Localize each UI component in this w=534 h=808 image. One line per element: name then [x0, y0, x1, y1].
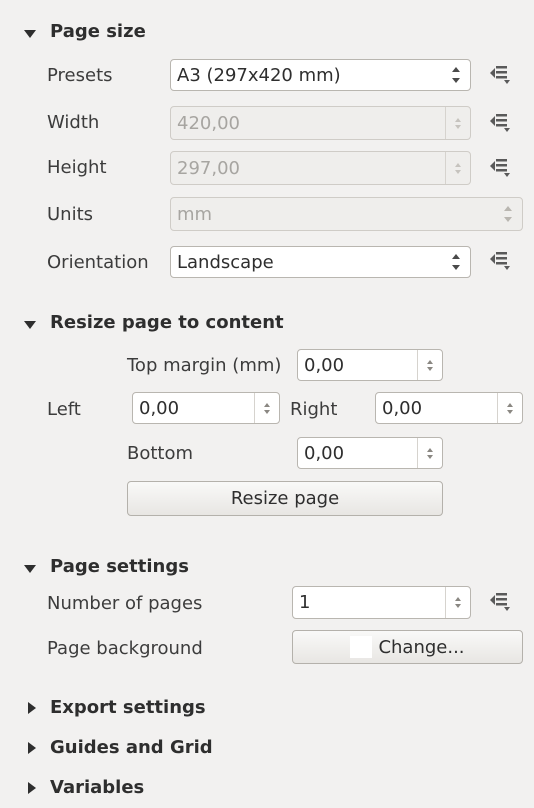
spin-arrows-icon — [417, 438, 442, 468]
height-value: 297,00 — [177, 157, 240, 179]
presets-value: A3 (297x420 mm) — [177, 64, 341, 86]
right-margin-value: 0,00 — [382, 397, 423, 419]
combo-arrows-icon — [452, 67, 460, 83]
bottom-margin-spinbox[interactable]: 0,00 — [297, 437, 443, 469]
section-title-page-size[interactable]: Page size — [50, 21, 146, 42]
section-title-variables[interactable]: Variables — [50, 777, 144, 798]
top-margin-spinbox[interactable]: 0,00 — [297, 349, 443, 381]
presets-combobox[interactable]: A3 (297x420 mm) — [170, 59, 471, 91]
collapse-arrow-icon[interactable] — [28, 782, 36, 794]
collapse-arrow-icon[interactable] — [28, 742, 36, 754]
presets-label: Presets — [47, 65, 113, 86]
bottom-margin-label: Bottom — [127, 443, 194, 464]
number-of-pages-spinbox[interactable]: 1 — [292, 586, 471, 619]
right-margin-label: Right — [290, 399, 338, 420]
height-spinbox[interactable]: 297,00 — [170, 151, 471, 185]
spin-arrows-icon — [445, 587, 470, 618]
height-label: Height — [47, 157, 107, 178]
section-title-export[interactable]: Export settings — [50, 697, 206, 718]
data-defined-override-icon[interactable] — [487, 62, 513, 88]
orientation-label: Orientation — [47, 252, 149, 273]
orientation-value: Landscape — [177, 251, 274, 273]
width-value: 420,00 — [177, 112, 240, 134]
top-margin-label: Top margin (mm) — [127, 355, 282, 376]
expand-arrow-icon[interactable] — [24, 321, 36, 329]
width-label: Width — [47, 112, 100, 133]
change-button-label: Change... — [378, 636, 465, 658]
bottom-margin-value: 0,00 — [304, 442, 345, 464]
orientation-combobox[interactable]: Landscape — [170, 246, 471, 278]
units-label: Units — [47, 204, 94, 225]
left-margin-spinbox[interactable]: 0,00 — [132, 392, 280, 424]
combo-arrows-icon — [504, 206, 512, 222]
number-of-pages-label: Number of pages — [47, 593, 203, 614]
spin-arrows-icon — [254, 393, 279, 423]
data-defined-override-icon[interactable] — [487, 248, 513, 274]
spin-arrows-icon — [445, 152, 470, 184]
change-background-button[interactable]: Change... — [292, 630, 523, 664]
data-defined-override-icon[interactable] — [487, 155, 513, 181]
left-margin-label: Left — [47, 399, 81, 420]
section-title-page-settings[interactable]: Page settings — [50, 556, 189, 577]
color-swatch — [350, 636, 373, 658]
data-defined-override-icon[interactable] — [487, 110, 513, 136]
section-title-guides[interactable]: Guides and Grid — [50, 737, 213, 758]
collapse-arrow-icon[interactable] — [28, 702, 36, 714]
spin-arrows-icon — [417, 350, 442, 380]
units-value: mm — [177, 203, 213, 225]
number-of-pages-value: 1 — [299, 592, 311, 613]
spin-arrows-icon — [497, 393, 522, 423]
section-title-resize[interactable]: Resize page to content — [50, 312, 284, 333]
combo-arrows-icon — [452, 254, 460, 270]
left-margin-value: 0,00 — [139, 397, 180, 419]
top-margin-value: 0,00 — [304, 354, 345, 376]
page-background-label: Page background — [47, 638, 203, 659]
right-margin-spinbox[interactable]: 0,00 — [375, 392, 523, 424]
width-spinbox[interactable]: 420,00 — [170, 106, 471, 140]
expand-arrow-icon[interactable] — [24, 30, 36, 38]
spin-arrows-icon — [445, 107, 470, 139]
resize-page-button[interactable]: Resize page — [127, 481, 443, 516]
data-defined-override-icon[interactable] — [487, 589, 513, 615]
units-combobox[interactable]: mm — [170, 197, 523, 231]
expand-arrow-icon[interactable] — [24, 565, 36, 573]
